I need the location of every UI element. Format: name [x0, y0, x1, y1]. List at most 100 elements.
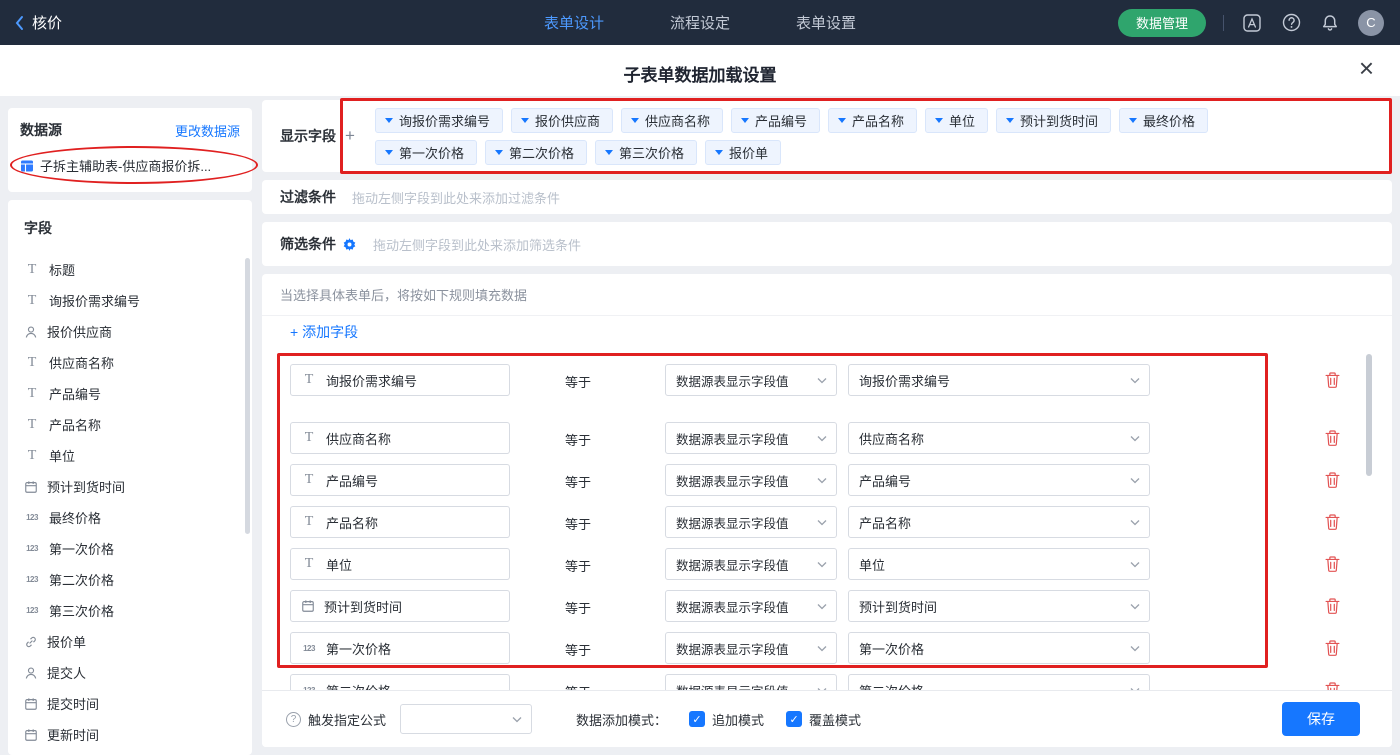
field-item[interactable]: T标题 — [24, 254, 252, 285]
rule-field-box[interactable]: 123第二次价格 — [290, 674, 510, 690]
rule-target-select[interactable]: 供应商名称 — [848, 422, 1150, 454]
rule-source-select[interactable]: 数据源表显示字段值 — [665, 590, 837, 622]
number-field-icon: 123 — [24, 513, 40, 522]
datasource-item[interactable]: 子拆主辅助表-供应商报价拆... — [20, 156, 240, 175]
rule-source-select[interactable]: 数据源表显示字段值 — [665, 548, 837, 580]
field-item[interactable]: 123第三次价格 — [24, 595, 252, 626]
delete-rule-icon[interactable] — [1324, 513, 1342, 531]
rule-field-label: 询报价需求编号 — [326, 371, 417, 390]
checkbox-checked-icon[interactable]: ✓ — [786, 711, 802, 727]
filter-conditions-bar[interactable]: 过滤条件 拖动左侧字段到此处来添加过滤条件 — [262, 180, 1392, 214]
field-item[interactable]: T产品编号 — [24, 378, 252, 409]
field-item[interactable]: T单位 — [24, 440, 252, 471]
screen-conditions-bar[interactable]: 筛选条件 拖动左侧字段到此处来添加筛选条件 — [262, 222, 1392, 266]
rules-scrollbar[interactable] — [1366, 354, 1372, 476]
display-field-chip[interactable]: 第二次价格 — [485, 140, 587, 165]
display-field-chip[interactable]: 第一次价格 — [375, 140, 477, 165]
add-field-button[interactable]: + 添加字段 — [290, 322, 358, 342]
field-item[interactable]: T供应商名称 — [24, 347, 252, 378]
bell-icon[interactable] — [1319, 12, 1341, 34]
field-item[interactable]: 更新时间 — [24, 719, 252, 750]
text-field-icon: T — [24, 448, 40, 464]
rule-target-select[interactable]: 单位 — [848, 548, 1150, 580]
display-field-chip[interactable]: 产品编号 — [731, 108, 820, 133]
rule-source-select[interactable]: 数据源表显示字段值 — [665, 422, 837, 454]
rule-target-select[interactable]: 产品编号 — [848, 464, 1150, 496]
close-icon[interactable]: × — [1359, 55, 1374, 81]
change-datasource-link[interactable]: 更改数据源 — [175, 121, 240, 140]
delete-rule-icon[interactable] — [1324, 639, 1342, 657]
display-field-chip[interactable]: 询报价需求编号 — [375, 108, 503, 133]
rule-row: T供应商名称等于数据源表显示字段值供应商名称 — [262, 422, 1392, 454]
help-icon[interactable] — [1280, 12, 1302, 34]
mode-checkbox-0[interactable]: ✓追加模式 — [689, 710, 764, 729]
rule-target-value: 预计到货时间 — [859, 597, 937, 616]
field-item[interactable]: 123第二次价格 — [24, 564, 252, 595]
rule-target-value: 单位 — [859, 555, 885, 574]
delete-rule-icon[interactable] — [1324, 681, 1342, 690]
mode-checkbox-1[interactable]: ✓覆盖模式 — [786, 710, 861, 729]
tab-0[interactable]: 表单设计 — [544, 12, 604, 33]
rule-field-box[interactable]: T单位 — [290, 548, 510, 580]
chevron-down-icon — [1130, 435, 1140, 442]
rule-target-select[interactable]: 第二次价格 — [848, 674, 1150, 690]
field-item[interactable]: 提交时间 — [24, 688, 252, 719]
rule-target-select[interactable]: 产品名称 — [848, 506, 1150, 538]
delete-rule-icon[interactable] — [1324, 471, 1342, 489]
back-chevron-icon — [14, 15, 24, 31]
data-manage-button[interactable]: 数据管理 — [1118, 9, 1206, 37]
rule-source-select[interactable]: 数据源表显示字段值 — [665, 506, 837, 538]
language-icon[interactable] — [1241, 12, 1263, 34]
field-item[interactable]: T询报价需求编号 — [24, 285, 252, 316]
formula-select[interactable] — [400, 704, 532, 734]
rule-field-box[interactable]: T供应商名称 — [290, 422, 510, 454]
rule-field-box[interactable]: T产品编号 — [290, 464, 510, 496]
field-item[interactable]: 123最终价格 — [24, 502, 252, 533]
tab-1[interactable]: 流程设定 — [670, 12, 730, 33]
save-button[interactable]: 保存 — [1282, 702, 1360, 736]
rule-field-box[interactable]: 123第一次价格 — [290, 632, 510, 664]
rule-target-select[interactable]: 预计到货时间 — [848, 590, 1150, 622]
rule-field-box[interactable]: T产品名称 — [290, 506, 510, 538]
chip-label: 单位 — [949, 111, 975, 130]
rule-row: T单位等于数据源表显示字段值单位 — [262, 548, 1392, 580]
avatar[interactable]: C — [1358, 10, 1384, 36]
field-item[interactable]: 报价供应商 — [24, 316, 252, 347]
rule-field-box[interactable]: 预计到货时间 — [290, 590, 510, 622]
display-field-chip[interactable]: 最终价格 — [1119, 108, 1208, 133]
rule-source-value: 数据源表显示字段值 — [676, 371, 789, 390]
field-item[interactable]: 报价单 — [24, 626, 252, 657]
display-field-chip[interactable]: 报价供应商 — [511, 108, 613, 133]
checkbox-checked-icon[interactable]: ✓ — [689, 711, 705, 727]
gear-icon[interactable] — [342, 237, 357, 252]
display-field-chip[interactable]: 第三次价格 — [595, 140, 697, 165]
rule-source-select[interactable]: 数据源表显示字段值 — [665, 674, 837, 690]
rule-source-select[interactable]: 数据源表显示字段值 — [665, 364, 837, 396]
delete-rule-icon[interactable] — [1324, 597, 1342, 615]
add-display-field-icon[interactable]: + — [345, 126, 355, 146]
display-field-chip[interactable]: 预计到货时间 — [996, 108, 1111, 133]
rule-source-select[interactable]: 数据源表显示字段值 — [665, 632, 837, 664]
fields-panel: 字段 T标题T询报价需求编号报价供应商T供应商名称T产品编号T产品名称T单位预计… — [8, 200, 252, 755]
back-button[interactable]: 核价 — [0, 12, 62, 33]
rule-target-select[interactable]: 第一次价格 — [848, 632, 1150, 664]
field-item[interactable]: 提交人 — [24, 657, 252, 688]
rule-target-select[interactable]: 询报价需求编号 — [848, 364, 1150, 396]
display-field-chip[interactable]: 供应商名称 — [621, 108, 723, 133]
display-field-chip[interactable]: 单位 — [925, 108, 988, 133]
delete-rule-icon[interactable] — [1324, 371, 1342, 389]
field-item[interactable]: 预计到货时间 — [24, 471, 252, 502]
chevron-down-icon — [817, 561, 827, 568]
delete-rule-icon[interactable] — [1324, 429, 1342, 447]
delete-rule-icon[interactable] — [1324, 555, 1342, 573]
tab-2[interactable]: 表单设置 — [796, 12, 856, 33]
dropdown-triangle-icon — [631, 118, 639, 123]
field-item[interactable]: 123第一次价格 — [24, 533, 252, 564]
display-field-chip[interactable]: 产品名称 — [828, 108, 917, 133]
field-item-label: 第一次价格 — [49, 539, 114, 558]
field-item[interactable]: T产品名称 — [24, 409, 252, 440]
display-field-chip[interactable]: 报价单 — [705, 140, 781, 165]
fields-scrollbar[interactable] — [245, 258, 250, 534]
rule-source-select[interactable]: 数据源表显示字段值 — [665, 464, 837, 496]
rule-field-box[interactable]: T询报价需求编号 — [290, 364, 510, 396]
